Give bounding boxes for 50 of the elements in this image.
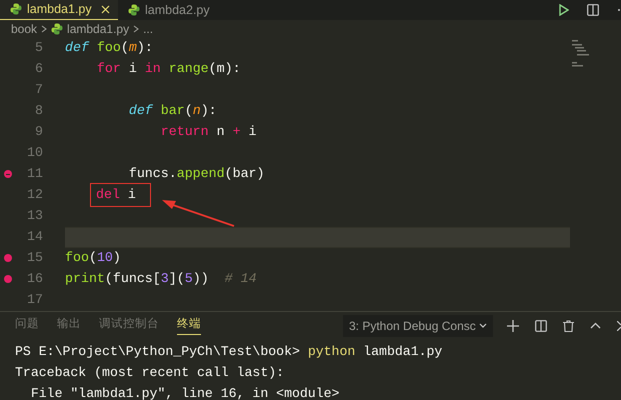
python-icon xyxy=(10,3,22,16)
code-line: print(funcs[3](5)) # 14 xyxy=(65,270,257,288)
editor-tab[interactable]: lambda2.py xyxy=(118,0,236,20)
chevron-right-icon xyxy=(41,24,48,33)
terminal-dropdown[interactable]: 3: Python Debug Consc xyxy=(343,314,493,337)
breakpoint-icon[interactable] xyxy=(4,254,12,262)
line-number: 9 xyxy=(34,123,43,142)
editor-tab[interactable]: lambda1.py xyxy=(0,0,118,20)
run-icon[interactable] xyxy=(559,4,569,16)
chevron-down-icon xyxy=(479,322,487,329)
code-line: funcs.append(bar) xyxy=(128,165,265,184)
line-number: 15 xyxy=(26,249,43,268)
terminal-line: PS E:\Project\Python_PyCh\Test\book> python lambda1.py xyxy=(15,342,444,361)
line-number: 13 xyxy=(26,207,43,226)
line-number: 6 xyxy=(34,60,43,78)
split-editor-icon[interactable] xyxy=(587,4,599,16)
panel-tab[interactable]: 调试控制台 xyxy=(99,316,159,336)
split-terminal-icon[interactable] xyxy=(535,320,547,332)
trash-icon[interactable] xyxy=(563,320,574,332)
terminal-line: Traceback (most recent call last): xyxy=(15,364,286,382)
panel-tab[interactable]: 终端 xyxy=(177,316,201,336)
terminal-line: File "lambda1.py", line 16, in <module> xyxy=(30,384,340,400)
plus-icon[interactable] xyxy=(507,320,519,332)
python-icon xyxy=(51,22,64,35)
breadcrumb-item[interactable]: book xyxy=(11,20,38,38)
line-number: 14 xyxy=(26,228,43,246)
line-number: 11 xyxy=(26,165,43,184)
line-number: 7 xyxy=(34,81,43,100)
chevron-right-icon xyxy=(133,24,140,33)
breadcrumb-item[interactable]: ... xyxy=(143,20,154,38)
python-icon xyxy=(128,4,140,16)
chevron-up-icon[interactable] xyxy=(590,322,601,330)
code-line: for i in range(m): xyxy=(96,60,241,78)
line-number: 17 xyxy=(26,291,43,310)
panel-tab[interactable]: 问题 xyxy=(15,316,39,336)
close-icon[interactable] xyxy=(617,320,621,331)
close-icon[interactable] xyxy=(100,4,110,14)
code-line: foo(10) xyxy=(65,249,121,268)
code-line: return n + i xyxy=(160,123,257,142)
line-number: 12 xyxy=(26,186,43,204)
line-number: 16 xyxy=(26,270,43,288)
line-number: 10 xyxy=(26,144,43,162)
code-line: def bar(n): xyxy=(128,102,217,120)
breakpoint-icon[interactable] xyxy=(4,275,12,284)
panel-tab[interactable]: 输出 xyxy=(57,316,81,336)
line-number: 5 xyxy=(34,39,43,58)
line-number: 8 xyxy=(34,102,43,120)
code-line: def foo(m): xyxy=(65,39,153,58)
breadcrumb-item[interactable]: lambda1.py xyxy=(67,20,130,38)
conditional-breakpoint-icon[interactable] xyxy=(4,170,12,178)
